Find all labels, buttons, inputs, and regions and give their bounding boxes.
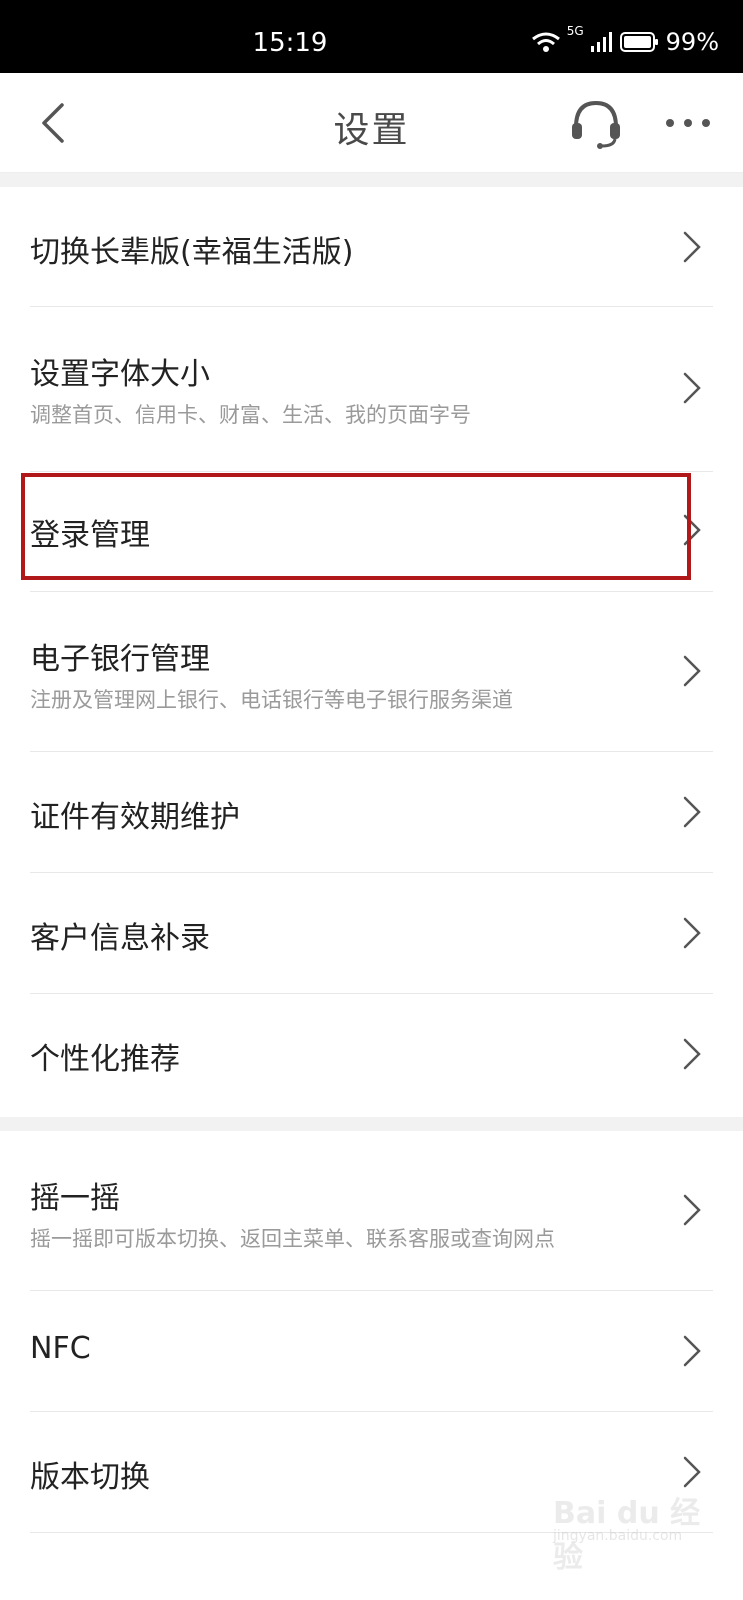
- chevron-right-icon: [683, 655, 701, 687]
- settings-item-label: 设置字体大小: [30, 357, 210, 392]
- settings-item-nfc[interactable]: NFC: [0, 1291, 743, 1412]
- network-type-label: 5G: [566, 24, 584, 38]
- settings-item-font-size[interactable]: 设置字体大小 调整首页、信用卡、财富、生活、我的页面字号: [0, 307, 743, 472]
- signal-icon: [590, 32, 612, 52]
- chevron-right-icon: [683, 1456, 701, 1488]
- wifi-icon: [531, 32, 560, 52]
- settings-item-subtitle: 注册及管理网上银行、电话银行等电子银行服务渠道: [30, 688, 513, 712]
- settings-item-customer-info[interactable]: 客户信息补录: [0, 873, 743, 994]
- chevron-right-icon: [683, 1335, 701, 1367]
- battery-icon: [619, 32, 658, 52]
- section-gap-middle: [0, 1117, 743, 1131]
- section-gap-top: [0, 173, 743, 187]
- settings-item-label: 个性化推荐: [30, 1042, 180, 1077]
- more-options-icon[interactable]: [664, 113, 712, 133]
- status-icons: 5G 99%: [531, 24, 719, 56]
- highlight-box: [21, 473, 691, 580]
- status-bar: 15:19 5G 99%: [0, 0, 743, 73]
- settings-item-ebanking[interactable]: 电子银行管理 注册及管理网上银行、电话银行等电子银行服务渠道: [0, 592, 743, 752]
- chevron-right-icon: [683, 231, 701, 263]
- customer-service-icon[interactable]: [568, 99, 624, 149]
- settings-item-id-validity[interactable]: 证件有效期维护: [0, 752, 743, 873]
- battery-level: 99%: [665, 28, 719, 56]
- settings-item-label: 版本切换: [30, 1460, 150, 1495]
- settings-item-elder-mode[interactable]: 切换长辈版(幸福生活版): [0, 187, 743, 307]
- watermark-url: jingyan.baidu.com: [553, 1528, 683, 1544]
- settings-item-shake[interactable]: 摇一摇 摇一摇即可版本切换、返回主菜单、联系客服或查询网点: [0, 1131, 743, 1291]
- chevron-right-icon: [683, 796, 701, 828]
- chevron-right-icon: [683, 917, 701, 949]
- settings-item-label: 证件有效期维护: [30, 800, 240, 835]
- settings-item-label: 电子银行管理: [30, 642, 210, 677]
- settings-item-subtitle: 调整首页、信用卡、财富、生活、我的页面字号: [30, 403, 471, 427]
- watermark: Bai du 经验 jingyan.baidu.com: [553, 1488, 703, 1575]
- chevron-right-icon: [683, 1194, 701, 1226]
- chevron-right-icon: [683, 372, 701, 404]
- page-title: 设置: [333, 110, 410, 151]
- settings-item-label: 客户信息补录: [30, 921, 210, 956]
- settings-item-subtitle: 摇一摇即可版本切换、返回主菜单、联系客服或查询网点: [30, 1227, 555, 1251]
- settings-item-label: 摇一摇: [30, 1181, 120, 1216]
- settings-item-label: NFC: [30, 1331, 91, 1366]
- settings-group-1: 切换长辈版(幸福生活版) 设置字体大小 调整首页、信用卡、财富、生活、我的页面字…: [0, 187, 743, 1117]
- chevron-right-icon: [683, 1038, 701, 1070]
- nav-bar: 设置: [0, 73, 743, 173]
- settings-item-personalized[interactable]: 个性化推荐: [0, 994, 743, 1114]
- status-time: 15:19: [252, 28, 328, 58]
- settings-item-label: 切换长辈版(幸福生活版): [30, 235, 354, 270]
